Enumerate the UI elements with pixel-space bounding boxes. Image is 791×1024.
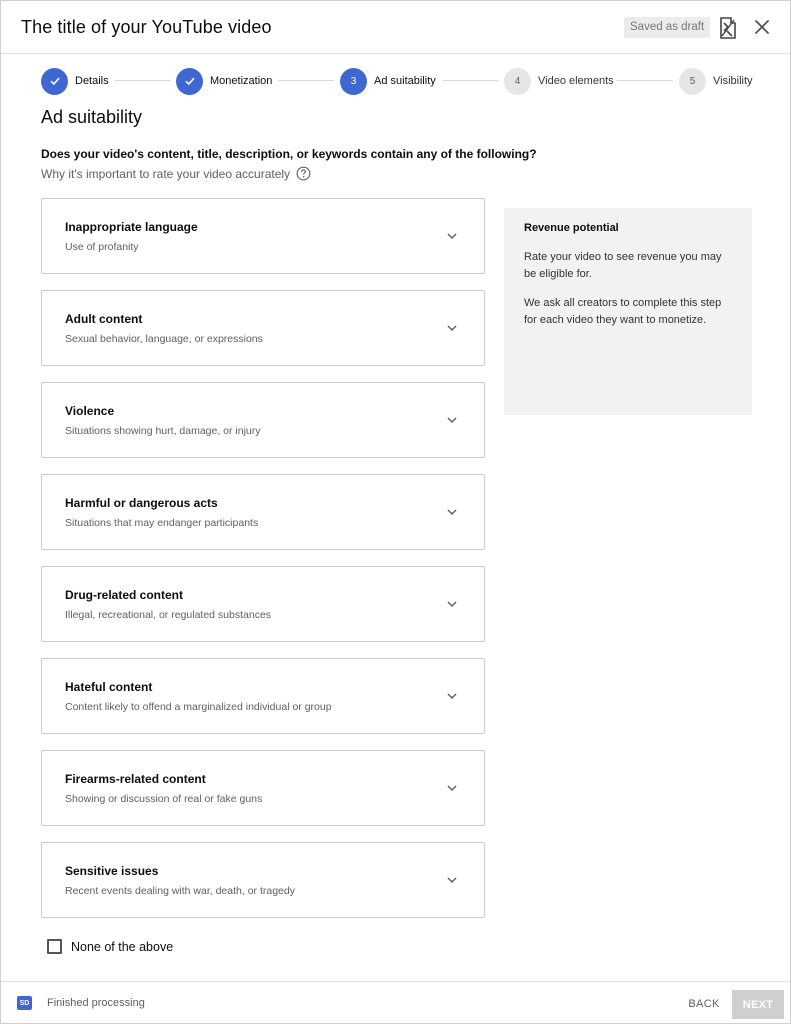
why-rate-text: Why it's important to rate your video ac…: [41, 166, 291, 181]
step-label: Video elements: [538, 75, 614, 87]
step-details[interactable]: Details: [41, 67, 109, 95]
step-ad-suitability[interactable]: 3 Ad suitability: [340, 67, 436, 95]
chevron-down-icon: [447, 877, 457, 884]
rating-question: Does your video's content, title, descri…: [41, 147, 537, 161]
dialog-header: The title of your YouTube video Saved as…: [1, 1, 790, 54]
category-harmful-acts[interactable]: Harmful or dangerous acts Situations tha…: [41, 474, 485, 550]
step-monetization[interactable]: Monetization: [176, 67, 272, 95]
sd-quality-icon: SD: [17, 996, 32, 1010]
category-subtitle: Sexual behavior, language, or expression…: [65, 333, 263, 345]
category-adult-content[interactable]: Adult content Sexual behavior, language,…: [41, 290, 485, 366]
step-connector: [115, 80, 171, 81]
help-icon[interactable]: [296, 166, 311, 181]
category-subtitle: Situations that may endanger participant…: [65, 517, 259, 529]
category-title: Drug-related content: [65, 588, 184, 602]
close-icon[interactable]: [753, 18, 771, 36]
category-title: Firearms-related content: [65, 772, 206, 786]
none-of-the-above-checkbox[interactable]: [47, 939, 62, 954]
revenue-text: We ask all creators to complete this ste…: [524, 297, 722, 326]
category-title: Violence: [65, 404, 115, 418]
none-of-the-above-option[interactable]: None of the above: [47, 939, 173, 954]
category-subtitle: Content likely to offend a marginalized …: [65, 701, 332, 713]
step-number: 3: [340, 67, 367, 95]
category-title: Adult content: [65, 312, 143, 326]
category-subtitle: Showing or discussion of real or fake gu…: [65, 793, 263, 805]
category-subtitle: Recent events dealing with war, death, o…: [65, 885, 295, 897]
category-violence[interactable]: Violence Situations showing hurt, damage…: [41, 382, 485, 458]
step-label: Visibility: [713, 75, 753, 87]
step-visibility[interactable]: 5 Visibility: [679, 67, 753, 95]
chevron-down-icon: [447, 693, 457, 700]
chevron-down-icon: [447, 785, 457, 792]
chevron-down-icon: [447, 417, 457, 424]
step-number: 5: [679, 67, 706, 95]
category-firearms[interactable]: Firearms-related content Showing or disc…: [41, 750, 485, 826]
category-hateful-content[interactable]: Hateful content Content likely to offend…: [41, 658, 485, 734]
step-label: Monetization: [210, 75, 273, 87]
step-label: Ad suitability: [374, 75, 436, 87]
next-button[interactable]: NEXT: [732, 990, 784, 1019]
category-title: Hateful content: [65, 680, 153, 694]
revenue-text: Rate your video to see revenue you may b…: [524, 251, 722, 280]
step-connector: [617, 80, 673, 81]
category-inappropriate-language[interactable]: Inappropriate language Use of profanity: [41, 198, 485, 274]
revenue-title: Revenue potential: [524, 222, 619, 234]
chevron-down-icon: [447, 233, 457, 240]
page-title: Ad suitability: [41, 107, 143, 127]
check-icon: [176, 67, 203, 95]
step-connector: [278, 80, 334, 81]
category-sensitive-issues[interactable]: Sensitive issues Recent events dealing w…: [41, 842, 485, 918]
back-button[interactable]: BACK: [681, 990, 727, 1018]
check-icon: [41, 67, 68, 95]
category-title: Inappropriate language: [65, 220, 198, 234]
video-title: The title of your YouTube video: [21, 17, 272, 37]
category-title: Harmful or dangerous acts: [65, 496, 218, 510]
chevron-down-icon: [447, 509, 457, 516]
draft-status-badge: Saved as draft: [624, 17, 711, 38]
chevron-down-icon: [447, 601, 457, 608]
why-rate-row: Why it's important to rate your video ac…: [41, 166, 311, 181]
category-subtitle: Situations showing hurt, damage, or inju…: [65, 425, 261, 437]
category-subtitle: Illegal, recreational, or regulated subs…: [65, 609, 272, 621]
dialog-footer: SD Finished processing BACK NEXT: [1, 981, 790, 1024]
step-label: Details: [75, 75, 109, 87]
category-title: Sensitive issues: [65, 864, 159, 878]
progress-stepper: Details Monetization 3 Ad suitability 4 …: [1, 65, 790, 97]
feedback-icon[interactable]: [718, 16, 738, 40]
chevron-down-icon: [447, 325, 457, 332]
category-drug-related[interactable]: Drug-related content Illegal, recreation…: [41, 566, 485, 642]
none-of-the-above-label: None of the above: [71, 939, 174, 954]
step-video-elements[interactable]: 4 Video elements: [504, 67, 614, 95]
upload-dialog: The title of your YouTube video Saved as…: [0, 0, 791, 1024]
revenue-potential-panel: Revenue potential Rate your video to see…: [504, 208, 752, 415]
step-number: 4: [504, 67, 531, 95]
category-subtitle: Use of profanity: [65, 241, 139, 253]
step-connector: [443, 80, 499, 81]
processing-status: Finished processing: [47, 997, 145, 1009]
